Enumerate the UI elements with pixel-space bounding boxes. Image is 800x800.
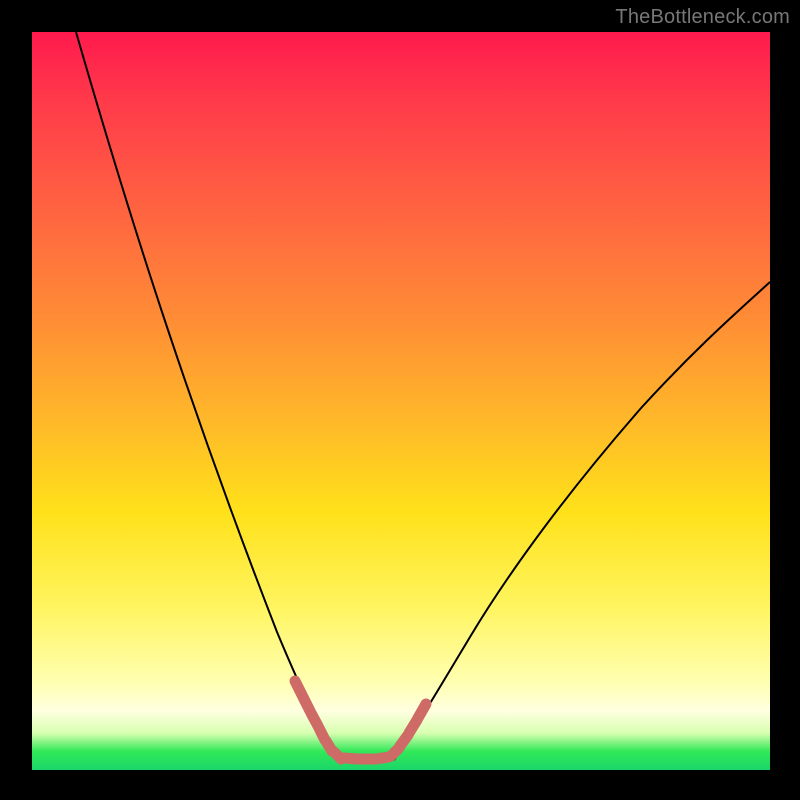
chart-frame: TheBottleneck.com (0, 0, 800, 800)
tick-mark (418, 704, 426, 718)
watermark-text: TheBottleneck.com (615, 6, 790, 29)
right-curve (394, 282, 770, 760)
curve-layer (32, 32, 770, 770)
plot-area (32, 32, 770, 770)
valley-ticks (295, 681, 426, 759)
left-curve (76, 32, 340, 760)
